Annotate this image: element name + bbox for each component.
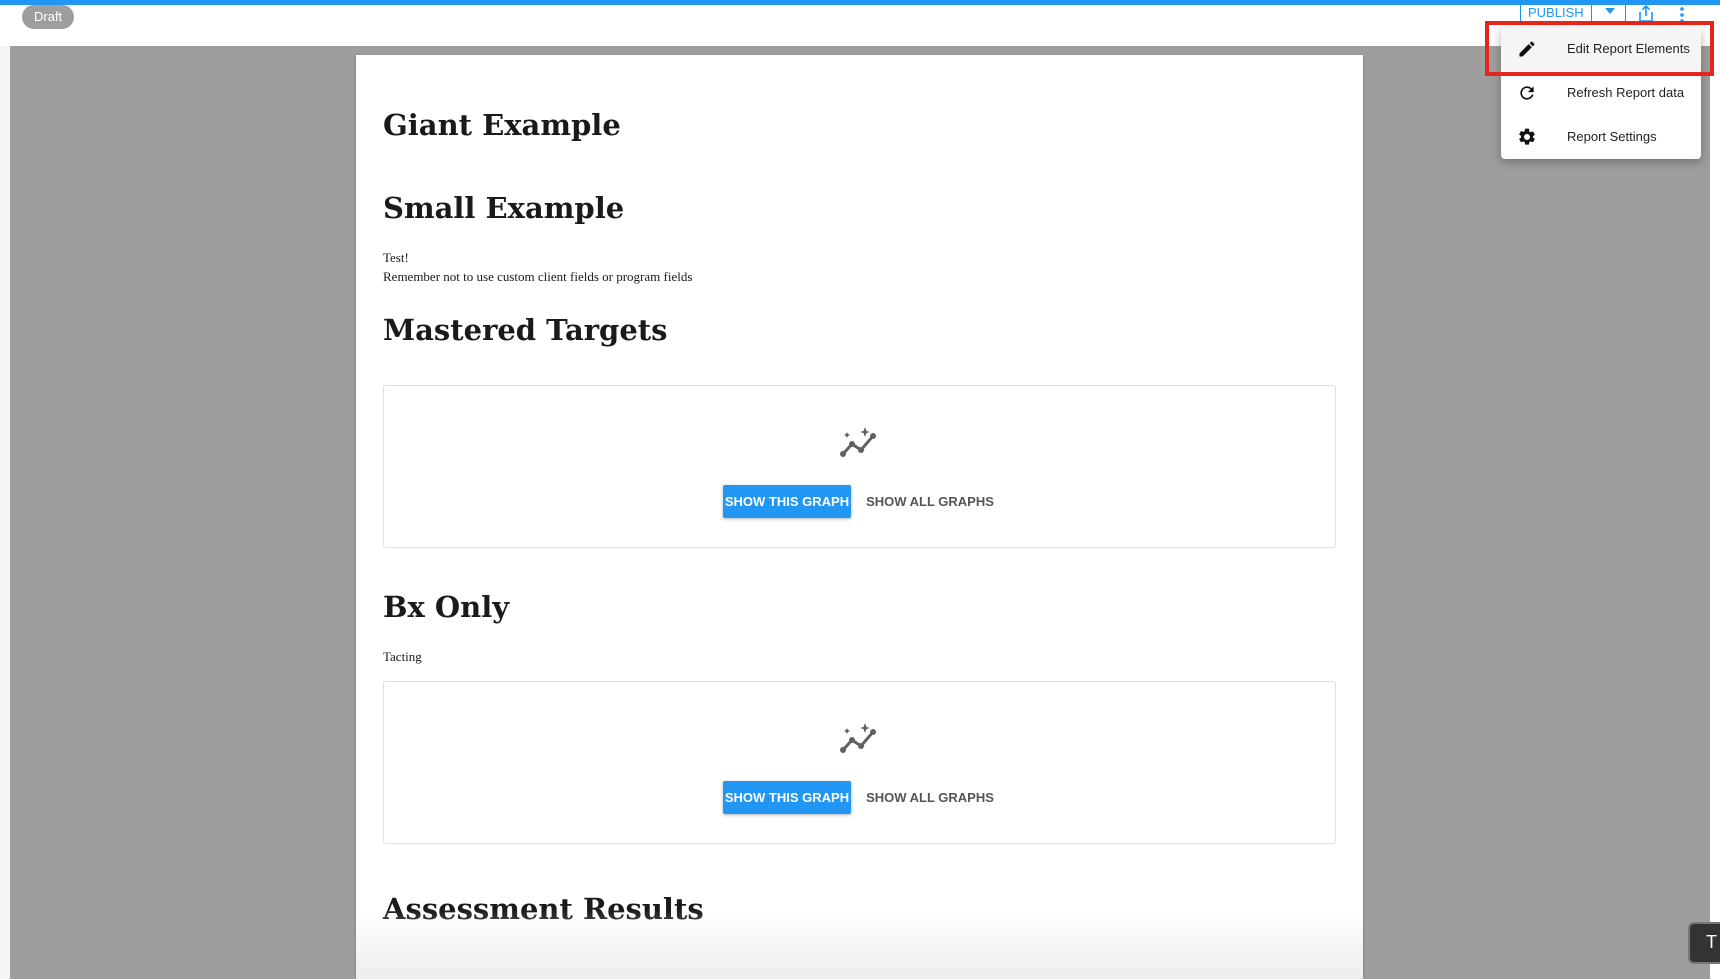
section-title-bx-only: Bx Only — [383, 590, 510, 624]
section-text-line: Tacting — [383, 649, 422, 664]
menu-item-report-settings[interactable]: Report Settings — [1501, 115, 1701, 159]
toolbar: Draft PUBLISH — [0, 4, 1720, 46]
section-text-line: Remember not to use custom client fields… — [383, 269, 693, 284]
corner-tab[interactable]: T — [1688, 922, 1720, 964]
gear-icon — [1519, 128, 1535, 145]
graph-placeholder-card: SHOW THIS GRAPH SHOW ALL GRAPHS — [383, 681, 1336, 844]
section-text-line: Test! — [383, 250, 409, 265]
refresh-icon — [1520, 86, 1534, 100]
show-this-graph-button[interactable]: SHOW THIS GRAPH — [723, 485, 851, 518]
status-badge: Draft — [22, 5, 75, 29]
section-title-mastered-targets: Mastered Targets — [383, 313, 668, 347]
section-title-giant-example: Giant Example — [383, 108, 621, 142]
graph-placeholder-card: SHOW THIS GRAPH SHOW ALL GRAPHS — [383, 385, 1336, 548]
graph-sparkle-icon — [840, 427, 876, 457]
highlight-annotation — [1485, 21, 1714, 76]
caret-down-icon — [1605, 8, 1615, 14]
graph-sparkle-icon — [840, 723, 876, 753]
report-page: Giant Example Small Example Test! Rememb… — [356, 55, 1363, 979]
show-all-graphs-button[interactable]: SHOW ALL GRAPHS — [862, 485, 998, 518]
menu-item-label: Report Settings — [1567, 129, 1657, 144]
section-title-small-example: Small Example — [383, 191, 625, 225]
show-this-graph-button[interactable]: SHOW THIS GRAPH — [723, 781, 851, 814]
show-all-graphs-button[interactable]: SHOW ALL GRAPHS — [862, 781, 998, 814]
menu-item-label: Refresh Report data — [1567, 85, 1685, 100]
left-edge — [0, 46, 10, 979]
page-fade — [356, 909, 1363, 979]
menu-item-refresh-report-data[interactable]: Refresh Report data — [1501, 71, 1701, 115]
